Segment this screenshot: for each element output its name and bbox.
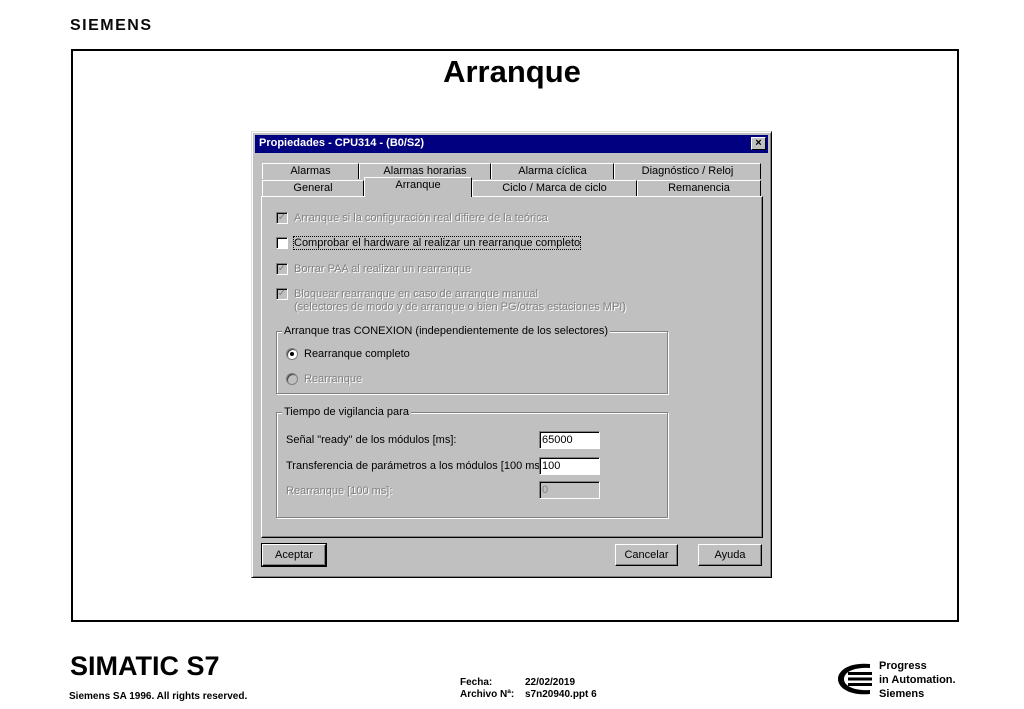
dialog-titlebar: Propiedades - CPU314 - (B0/S2) ×: [255, 135, 768, 153]
footer-fecha-label: Fecha:: [460, 677, 493, 688]
cancel-button[interactable]: Cancelar: [615, 544, 678, 566]
field-senal-ready-label: Señal "ready" de los módulos [ms]:: [286, 434, 457, 446]
checkbox-bloquear-rearranque-label: Bloquear rearranque en caso de arranque …: [294, 288, 538, 300]
progress-logo-icon: [838, 663, 872, 695]
tab-alarma-ciclica[interactable]: Alarma cíclica: [491, 163, 614, 179]
radio-rearranque-completo-label[interactable]: Rearranque completo: [304, 348, 410, 360]
properties-dialog: Propiedades - CPU314 - (B0/S2) × Alarmas…: [251, 131, 772, 578]
checkbox-comprobar-hardware[interactable]: [276, 237, 288, 249]
dialog-title: Propiedades - CPU314 - (B0/S2): [259, 137, 425, 149]
footer-product: SIMATIC S7: [70, 651, 220, 681]
field-rearranque-label: Rearranque [100 ms]:: [286, 485, 393, 497]
footer-copyright: Siemens SA 1996. All rights reserved.: [69, 691, 248, 702]
tab-arranque[interactable]: Arranque: [364, 177, 472, 197]
tagline-line-1: Progress: [879, 660, 927, 672]
checkbox-bloquear-rearranque-label2: (selectores de modo y de arranque o bien…: [294, 301, 627, 313]
footer-tagline: Progress in Automation. Siemens: [879, 659, 956, 701]
footer-archivo-value: s7n20940.ppt 6: [525, 689, 597, 700]
field-transferencia-label: Transferencia de parámetros a los módulo…: [286, 460, 547, 472]
siemens-logo: SIEMENS: [70, 17, 153, 34]
checkbox-arranque-config: ✓: [276, 212, 288, 224]
help-button[interactable]: Ayuda: [698, 544, 762, 566]
tab-ciclo-marca[interactable]: Ciclo / Marca de ciclo: [472, 180, 637, 196]
tab-remanencia[interactable]: Remanencia: [637, 180, 761, 196]
tab-general[interactable]: General: [262, 180, 364, 196]
checkbox-borrar-paa-label: Borrar PAA al realizar un rearranque: [294, 263, 472, 275]
radio-rearranque-completo[interactable]: [286, 348, 298, 360]
tab-diagnostico-reloj[interactable]: Diagnóstico / Reloj: [614, 163, 761, 179]
group-arranque-conexion-legend: Arranque tras CONEXION (independientemen…: [282, 325, 611, 337]
close-icon[interactable]: ×: [751, 137, 766, 150]
checkbox-bloquear-rearranque: ✓: [276, 288, 288, 300]
checkbox-comprobar-hardware-label[interactable]: Comprobar el hardware al realizar un rea…: [292, 236, 582, 250]
group-tiempo-vigilancia-legend: Tiempo de vigilancia para: [282, 406, 411, 418]
checkbox-arranque-config-label: Arranque si la configuración real difier…: [294, 212, 548, 224]
slide-title: Arranque: [443, 54, 581, 89]
tagline-line-2: in Automation.: [879, 674, 956, 686]
radio-rearranque: [286, 373, 298, 385]
footer-archivo-label: Archivo Nª:: [460, 689, 515, 700]
tagline-line-3: Siemens: [879, 688, 925, 700]
tab-alarmas[interactable]: Alarmas: [262, 163, 359, 179]
field-transferencia-input[interactable]: 100: [539, 457, 600, 475]
checkbox-borrar-paa: ✓: [276, 263, 288, 275]
accept-button[interactable]: Aceptar: [261, 543, 327, 567]
radio-rearranque-label: Rearranque: [304, 373, 363, 385]
field-senal-ready-input[interactable]: 65000: [539, 431, 600, 449]
field-rearranque-input: 0: [539, 481, 600, 499]
footer-fecha-value: 22/02/2019: [525, 677, 576, 688]
